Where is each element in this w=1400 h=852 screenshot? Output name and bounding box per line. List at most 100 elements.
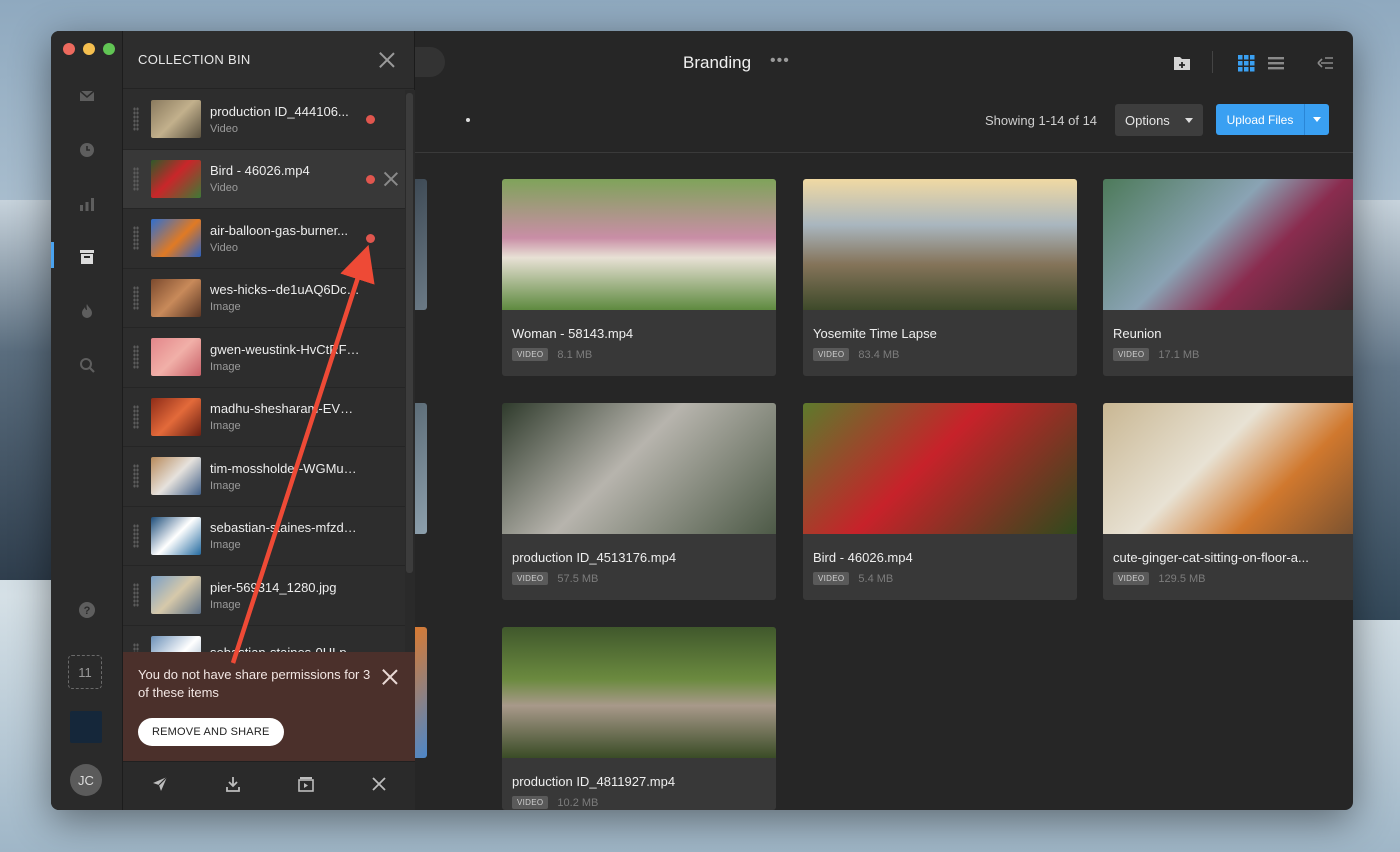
asset-type-badge: VIDEO <box>512 348 549 361</box>
bin-header: COLLECTION BIN <box>123 31 414 89</box>
bin-scroll-thumb[interactable] <box>406 93 413 573</box>
item-name: tim-mossholder-WGMu27W0... <box>210 460 360 476</box>
team-logo[interactable] <box>70 711 102 743</box>
asset-card[interactable]: Reunion VIDEO 17.1 MB <box>1103 179 1353 376</box>
top-bar: Branding ••• <box>415 31 1353 97</box>
new-folder-icon[interactable] <box>1172 53 1192 73</box>
asset-meta: VIDEO 17.1 MB <box>1113 348 1199 361</box>
asset-card[interactable]: cute-ginger-cat-sitting-on-floor-a... VI… <box>1103 403 1353 600</box>
avatar[interactable]: JC <box>70 764 102 796</box>
drag-handle-icon[interactable] <box>133 642 139 652</box>
bin-list-item[interactable]: pier-569314_1280.jpg Image <box>123 566 405 626</box>
bin-list-item[interactable]: air-balloon-gas-burner... Video <box>123 209 405 269</box>
remove-item-button[interactable] <box>383 171 399 187</box>
upload-menu-button[interactable] <box>1304 104 1329 135</box>
asset-card[interactable]: Woman - 58143.mp4 VIDEO 8.1 MB <box>502 179 776 376</box>
item-thumbnail <box>151 219 201 258</box>
asset-card[interactable]: Yosemite Time Lapse VIDEO 83.4 MB <box>803 179 1077 376</box>
drag-handle-icon[interactable] <box>133 285 139 310</box>
share-permission-warning: You do not have share permissions for 3 … <box>123 652 415 761</box>
download-icon[interactable] <box>224 775 242 798</box>
present-icon[interactable] <box>297 775 315 798</box>
bin-list-item[interactable]: gwen-weustink-HvCtRFpxK8s... Image <box>123 328 405 388</box>
bin-list-item[interactable]: sebastian-staines-mfzdRsWsi... Image <box>123 507 405 566</box>
bin-footer <box>123 761 415 810</box>
chevron-down-icon <box>1185 118 1193 123</box>
asset-type-badge: VIDEO <box>1113 348 1150 361</box>
send-icon[interactable] <box>151 775 169 798</box>
collapse-panel-icon[interactable] <box>1315 53 1335 73</box>
search-icon[interactable] <box>77 355 97 375</box>
drag-handle-icon[interactable] <box>133 523 139 548</box>
grid-view-icon[interactable] <box>1236 53 1256 73</box>
item-type: Image <box>210 360 241 373</box>
nav-rail: ? 11 JC <box>51 31 123 810</box>
item-type: Image <box>210 539 241 552</box>
list-view-icon[interactable] <box>1266 53 1286 73</box>
close-icon[interactable] <box>370 775 388 798</box>
no-permission-indicator <box>366 115 375 124</box>
help-icon[interactable]: ? <box>77 600 97 620</box>
bin-list-item[interactable]: Bird - 46026.mp4 Video <box>123 149 405 209</box>
bar-chart-icon[interactable] <box>77 194 97 214</box>
asset-card[interactable]: Bird - 46026.mp4 VIDEO 5.4 MB <box>803 403 1077 600</box>
options-dropdown[interactable]: Options <box>1115 104 1203 136</box>
upload-files-button-group: Upload Files <box>1216 104 1329 135</box>
bin-list-item[interactable]: sebastian-staines-0HLpkEWe... <box>123 626 405 652</box>
flame-icon[interactable] <box>77 301 97 321</box>
bin-list-item[interactable]: madhu-shesharam-EVZxXuO... Image <box>123 388 405 447</box>
inbox-icon[interactable] <box>77 86 97 106</box>
item-name: gwen-weustink-HvCtRFpxK8s... <box>210 341 360 357</box>
asset-meta: VIDEO 10.2 MB <box>512 796 598 809</box>
asset-size: 129.5 MB <box>1158 572 1206 585</box>
close-window-button[interactable] <box>63 43 75 55</box>
drag-handle-icon[interactable] <box>133 166 139 191</box>
bin-list-item[interactable]: production ID_444106... Video <box>123 90 405 150</box>
item-thumbnail <box>151 457 201 496</box>
asset-thumbnail <box>1103 179 1353 310</box>
upload-files-button[interactable]: Upload Files <box>1216 104 1304 135</box>
asset-name: production ID_4513176.mp4 <box>512 550 677 565</box>
list-toolbar: Showing 1-14 of 14 Options Upload Files <box>415 97 1353 153</box>
svg-text:?: ? <box>84 605 91 617</box>
bin-item-list: production ID_444106... Video Bird - 460… <box>123 90 405 652</box>
drag-handle-icon[interactable] <box>133 345 139 370</box>
item-thumbnail <box>151 397 201 436</box>
collection-bin-icon[interactable] <box>77 247 97 267</box>
warning-text: You do not have share permissions for 3 … <box>138 667 371 700</box>
item-type: Video <box>210 182 238 195</box>
item-type: Image <box>210 598 241 611</box>
toolbar-divider <box>1212 51 1213 73</box>
item-name: sebastian-staines-0HLpkEWe... <box>210 645 360 652</box>
drag-handle-icon[interactable] <box>133 404 139 429</box>
item-type: Image <box>210 301 241 314</box>
minimize-window-button[interactable] <box>83 43 95 55</box>
options-label: Options <box>1125 112 1170 128</box>
zoom-window-button[interactable] <box>103 43 115 55</box>
search-pill[interactable] <box>415 47 445 77</box>
item-name: Bird - 46026.mp4 <box>210 163 310 179</box>
asset-card[interactable]: production ID_4811927.mp4 VIDEO 10.2 MB <box>502 627 776 810</box>
drag-handle-icon[interactable] <box>133 464 139 489</box>
remove-and-share-button[interactable]: REMOVE AND SHARE <box>138 718 284 746</box>
dismiss-warning-button[interactable] <box>381 668 399 686</box>
traffic-lights <box>63 43 115 55</box>
bin-list-item[interactable]: wes-hicks--de1uAQ6Dc8-uns... Image <box>123 269 405 328</box>
close-bin-button[interactable] <box>378 51 396 69</box>
drag-handle-icon[interactable] <box>133 583 139 608</box>
asset-type-badge: VIDEO <box>1113 572 1150 585</box>
drag-handle-icon[interactable] <box>133 107 139 132</box>
upload-count-badge[interactable]: 11 <box>68 655 102 689</box>
asset-meta: VIDEO 83.4 MB <box>813 348 899 361</box>
page-title: Branding <box>683 53 752 72</box>
asset-thumbnail <box>502 403 776 534</box>
asset-thumbnail <box>1103 403 1353 534</box>
drag-handle-icon[interactable] <box>133 226 139 251</box>
clock-icon[interactable] <box>77 140 97 160</box>
bin-list-item[interactable]: tim-mossholder-WGMu27W0... Image <box>123 447 405 507</box>
more-options-icon[interactable]: ••• <box>770 52 790 70</box>
asset-name: cute-ginger-cat-sitting-on-floor-a... <box>1113 550 1309 565</box>
hidden-card-2 <box>415 403 427 534</box>
item-thumbnail <box>151 635 201 652</box>
asset-card[interactable]: production ID_4513176.mp4 VIDEO 57.5 MB <box>502 403 776 600</box>
